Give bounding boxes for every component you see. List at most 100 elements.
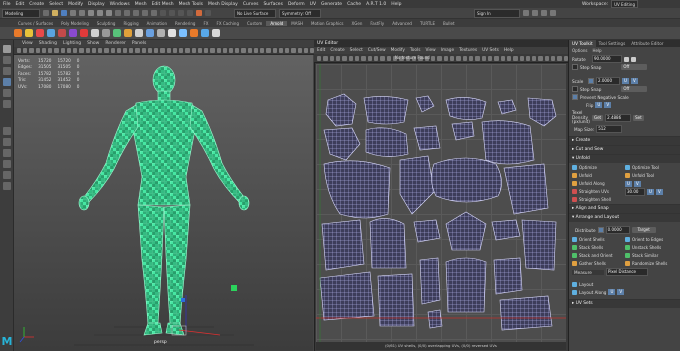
viewport-tool-icon[interactable] <box>122 48 128 53</box>
viewport-tool-icon[interactable] <box>66 48 72 53</box>
viewport-tool-icon[interactable] <box>141 48 146 53</box>
uv-tool-icon[interactable] <box>317 55 322 61</box>
shelf-tool-icon[interactable] <box>91 29 99 37</box>
viewport-tool-icon[interactable] <box>79 48 84 53</box>
menu-mesh-display[interactable]: Mesh Display <box>208 2 238 7</box>
tab-uv-toolkit[interactable]: UV Toolkit <box>569 40 596 47</box>
scale-step-snap-checkbox[interactable] <box>572 86 578 92</box>
shelf-tool-icon[interactable] <box>212 29 220 37</box>
viewport-tool-icon[interactable] <box>60 48 65 53</box>
menu-mesh[interactable]: Mesh <box>135 2 147 7</box>
workspace-dropdown[interactable]: UV Editing <box>611 0 638 8</box>
uv-tool-icon[interactable] <box>481 55 486 61</box>
menu-a-r-t-1-0[interactable]: A.R.T 1.0 <box>366 2 386 7</box>
prevent-negative-checkbox[interactable] <box>572 94 578 100</box>
uv-tool-icon[interactable] <box>367 55 372 61</box>
shelf-tab-bullet[interactable]: Bullet <box>439 21 459 26</box>
symmetry-dropdown[interactable]: Symmetry: Off <box>279 8 321 18</box>
menu-generate[interactable]: Generate <box>321 2 342 7</box>
viewport-tool-icon[interactable] <box>216 48 221 53</box>
viewport-tool-icon[interactable] <box>91 48 97 53</box>
shelf-tab-custom[interactable]: Custom <box>243 21 266 26</box>
section-uv-sets[interactable]: ▸ UV Sets <box>569 299 680 308</box>
shelf-tab-fx[interactable]: FX <box>199 21 212 26</box>
stack-and-orient-button[interactable]: Stack and Orient <box>572 252 624 259</box>
uv-tool-icon[interactable] <box>329 55 334 61</box>
single-view-icon[interactable] <box>2 127 11 135</box>
channel-box-icon[interactable] <box>532 10 538 16</box>
rotate-ccw-icon[interactable] <box>624 56 629 62</box>
unstack-shells-button[interactable]: Unstack Shells <box>625 244 677 251</box>
viewport-tool-icon[interactable] <box>17 48 22 53</box>
get-texel-button[interactable]: Get <box>592 115 604 121</box>
viewport-menu-view[interactable]: View <box>22 41 33 46</box>
viewport-tool-icon[interactable] <box>48 48 53 53</box>
sidebar-toggle-icon[interactable] <box>523 10 529 16</box>
section-unfold[interactable]: ▾ Unfold <box>569 154 680 163</box>
uv-menu-image[interactable]: Image <box>441 48 454 53</box>
uv-tool-icon[interactable] <box>348 55 353 61</box>
section-cut-sew[interactable]: ▸ Cut and Sew <box>569 145 680 154</box>
live-surface-field[interactable]: No Live Surface <box>234 8 276 18</box>
menu-create[interactable]: Create <box>29 2 44 7</box>
uv-menu-modify[interactable]: Modify <box>391 48 405 53</box>
graph-layout-icon[interactable] <box>2 160 11 168</box>
section-align-snap[interactable]: ▸ Align and Snap <box>569 204 680 213</box>
uv-menu-uv-sets[interactable]: UV Sets <box>482 48 499 53</box>
uv-layout-icon[interactable] <box>2 171 11 179</box>
menu-windows[interactable]: Windows <box>110 2 130 7</box>
scale-u-button[interactable]: U <box>622 78 629 84</box>
distribute-checkbox[interactable] <box>597 227 604 233</box>
viewport-tool-icon[interactable] <box>104 48 109 53</box>
shelf-tool-icon[interactable] <box>146 29 154 37</box>
arnold-icon[interactable] <box>205 10 211 16</box>
layout-along-icon[interactable] <box>572 289 577 295</box>
scale-v-button[interactable]: V <box>630 78 638 84</box>
viewport-tool-icon[interactable] <box>85 48 90 53</box>
uv-menu-textures[interactable]: Textures <box>459 48 477 53</box>
viewport-tool-icon[interactable] <box>291 48 296 53</box>
shelf-tool-icon[interactable] <box>168 29 176 37</box>
viewport-tool-icon[interactable] <box>116 48 121 53</box>
rotate-input[interactable]: 90.0000 <box>592 55 622 63</box>
menu-file[interactable]: File <box>3 2 11 7</box>
shelf-tool-icon[interactable] <box>58 29 66 37</box>
viewport-menu-show[interactable]: Show <box>87 41 99 46</box>
uv-tool-icon[interactable] <box>506 55 512 61</box>
uv-tool-icon[interactable] <box>335 55 341 61</box>
uv-tool-icon[interactable] <box>380 55 385 61</box>
viewport-tool-icon[interactable] <box>266 48 271 53</box>
map-size-input[interactable]: 512 <box>596 125 623 133</box>
rotate-tool-icon[interactable] <box>2 89 11 97</box>
uv-tool-icon[interactable] <box>462 55 467 61</box>
layout-along-v-button[interactable]: V <box>617 289 625 295</box>
uv-tool-icon[interactable] <box>513 55 518 61</box>
viewport-tool-icon[interactable] <box>147 48 153 53</box>
mode-dropdown[interactable]: Modeling <box>2 8 40 18</box>
uv-menu-select[interactable]: Select <box>350 48 363 53</box>
shelf-tab-arnold[interactable]: Arnold <box>266 20 288 26</box>
menu-help[interactable]: Help <box>391 2 401 7</box>
viewport-tool-icon[interactable] <box>41 48 47 53</box>
section-arrange-layout[interactable]: ▾ Arrange and Layout <box>569 213 680 222</box>
uv-tool-icon[interactable] <box>342 55 347 61</box>
optimize-button[interactable]: Optimize <box>572 164 624 171</box>
tab-attribute-editor[interactable]: Attribute Editor <box>628 40 666 47</box>
shelf-tool-icon[interactable] <box>69 29 77 37</box>
ipr-render-icon[interactable] <box>178 10 184 16</box>
shelf-tool-icon[interactable] <box>124 29 132 37</box>
shelf-tab-mash[interactable]: MASH <box>287 21 307 26</box>
shelf-tab-rigging[interactable]: Rigging <box>119 21 142 26</box>
uv-menu-help[interactable]: Help <box>504 48 514 53</box>
viewport-tool-icon[interactable] <box>166 48 171 53</box>
snap-surface-icon[interactable] <box>151 10 157 16</box>
viewport-tool-icon[interactable] <box>54 48 59 53</box>
gather-shells-button[interactable]: Gather Shells <box>572 260 624 267</box>
shelf-tool-icon[interactable] <box>80 29 88 37</box>
shelf-tab-rendering[interactable]: Rendering <box>171 21 199 26</box>
uv-tool-icon[interactable] <box>475 55 480 61</box>
3d-viewport[interactable] <box>14 55 313 351</box>
menu-edit[interactable]: Edit <box>16 2 25 7</box>
viewport-tool-icon[interactable] <box>272 48 277 53</box>
menu-modify[interactable]: Modify <box>68 2 83 7</box>
